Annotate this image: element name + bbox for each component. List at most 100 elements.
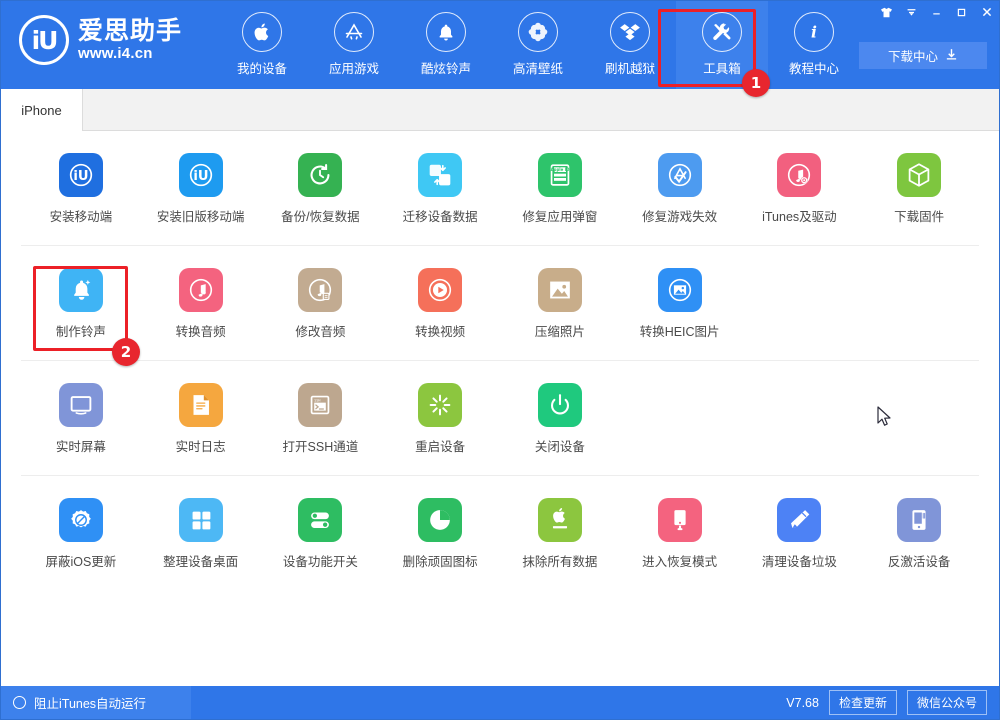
tool-install-mobile[interactable]: iU 安装移动端 [21, 131, 141, 246]
i4-app-old-icon: iU [178, 153, 223, 197]
tool-label: 删除顽固图标 [402, 555, 478, 569]
tool-block-ios-update[interactable]: 屏蔽iOS更新 [21, 476, 141, 591]
nav-label: 教程中心 [788, 62, 839, 76]
fix-game-icon [657, 153, 702, 197]
tool-label: 重启设备 [415, 440, 466, 454]
block-update-icon [58, 498, 103, 542]
tool-compress-photo[interactable]: 压缩照片 [500, 246, 620, 361]
nav-item-tutorials[interactable]: i 教程中心 [768, 1, 860, 89]
tool-label: 抹除所有数据 [522, 555, 598, 569]
tool-label: 修复应用弹窗 [522, 210, 598, 224]
nav-item-apps-games[interactable]: 应用游戏 [308, 1, 400, 89]
tool-live-screen[interactable]: 实时屏幕 [21, 361, 141, 476]
tools-icon [702, 12, 742, 52]
tab-label: iPhone [21, 102, 62, 118]
tool-label: 转换视频 [415, 325, 466, 339]
tab-iphone[interactable]: iPhone [1, 89, 83, 131]
check-update-button[interactable]: 检查更新 [828, 690, 897, 715]
logo-mark-icon: iU [19, 15, 69, 65]
tool-feature-toggle[interactable]: 设备功能开关 [261, 476, 381, 591]
svg-text:iU: iU [193, 169, 208, 184]
svg-text:Apple ID: Apple ID [551, 167, 570, 172]
tool-power-off-device[interactable]: 关闭设备 [500, 361, 620, 476]
flower-icon [518, 12, 558, 52]
svg-text:i: i [811, 23, 817, 42]
menu-dropdown-icon[interactable] [899, 1, 924, 23]
tool-convert-audio[interactable]: 转换音频 [141, 246, 261, 361]
status-bar-right: V7.68 检查更新 微信公众号 [786, 686, 987, 719]
brand-name: 爱思助手 [78, 17, 183, 45]
tool-backup-restore[interactable]: 备份/恢复数据 [261, 131, 381, 246]
tool-fix-game[interactable]: 修复游戏失效 [620, 131, 740, 246]
tool-label: 下载固件 [894, 210, 945, 224]
nav-item-my-device[interactable]: 我的设备 [216, 1, 308, 89]
tool-edit-audio[interactable]: 修改音频 [261, 246, 381, 361]
bell-icon [426, 12, 466, 52]
tool-label: 迁移设备数据 [402, 210, 478, 224]
tool-migrate-data[interactable]: 迁移设备数据 [380, 131, 500, 246]
make-ringtone-icon [58, 268, 103, 312]
convert-heic-icon [657, 268, 702, 312]
annotation-badge-2: 2 [112, 338, 140, 366]
tool-label: 实时日志 [175, 440, 226, 454]
nav-label: 高清壁纸 [512, 62, 563, 76]
tool-label: 转换HEIC图片 [639, 325, 720, 339]
tool-clean-junk[interactable]: 清理设备垃圾 [740, 476, 860, 591]
nav-item-ringtones[interactable]: 酷炫铃声 [400, 1, 492, 89]
maximize-icon[interactable] [949, 1, 974, 23]
tool-label: 转换音频 [175, 325, 226, 339]
tool-label: 安装旧版移动端 [156, 210, 245, 224]
tool-deactivate-device[interactable]: 反激活设备 [859, 476, 979, 591]
app-window: iU 爱思助手 www.i4.cn 我的设备 应用游戏 酷炫铃声 高清壁纸 刷机… [0, 0, 1000, 720]
nav-label: 应用游戏 [328, 62, 379, 76]
convert-audio-icon [178, 268, 223, 312]
tool-label: 安装移动端 [49, 210, 113, 224]
close-icon[interactable] [974, 1, 999, 23]
status-bar: 阻止iTunes自动运行 V7.68 检查更新 微信公众号 [1, 686, 999, 719]
tool-delete-stubborn-icons[interactable]: 删除顽固图标 [380, 476, 500, 591]
tool-organize-desktop[interactable]: 整理设备桌面 [141, 476, 261, 591]
block-itunes-checkbox[interactable]: 阻止iTunes自动运行 [1, 686, 191, 719]
tool-label: 修复游戏失效 [642, 210, 718, 224]
erase-data-icon [537, 498, 582, 542]
tool-row-1: iU 安装移动端 iU 安装旧版移动端 备份/恢复数据 迁移设备数据 Apple… [1, 131, 999, 246]
tool-label: 实时屏幕 [55, 440, 106, 454]
tool-row-2: 制作铃声 转换音频 修改音频 转换视频 压缩照片 转换HEIC图片 [1, 246, 999, 361]
window-controls [874, 1, 999, 23]
checkbox-circle-icon [13, 696, 26, 709]
tool-row-4: 屏蔽iOS更新 整理设备桌面 设备功能开关 删除顽固图标 抹除所有数据 进入恢复… [1, 476, 999, 591]
tool-label: 整理设备桌面 [163, 555, 239, 569]
wechat-official-button[interactable]: 微信公众号 [906, 690, 987, 715]
nav-label: 我的设备 [236, 62, 287, 76]
tool-convert-heic[interactable]: 转换HEIC图片 [620, 246, 740, 361]
tool-label: iTunes及驱动 [762, 210, 837, 224]
tool-convert-video[interactable]: 转换视频 [380, 246, 500, 361]
info-icon: i [794, 12, 834, 52]
organize-desktop-icon [178, 498, 223, 542]
live-log-icon [178, 383, 223, 427]
tool-live-log[interactable]: 实时日志 [141, 361, 261, 476]
svg-text:iU: iU [73, 169, 88, 184]
tool-itunes-driver[interactable]: iTunes及驱动 [740, 131, 860, 246]
device-tabstrip: iPhone [1, 89, 999, 131]
tool-open-ssh[interactable]: SSH 打开SSH通道 [261, 361, 381, 476]
download-center-label: 下载中心 [887, 50, 938, 64]
nav-item-flash-jailbreak[interactable]: 刷机越狱 [584, 1, 676, 89]
live-screen-icon [58, 383, 103, 427]
nav-label: 刷机越狱 [604, 62, 655, 76]
minimize-icon[interactable] [924, 1, 949, 23]
svg-text:SSH: SSH [315, 398, 321, 402]
nav-item-wallpapers[interactable]: 高清壁纸 [492, 1, 584, 89]
skin-icon[interactable] [874, 1, 899, 23]
download-center-button[interactable]: 下载中心 [859, 42, 987, 69]
tool-fix-app-popup[interactable]: Apple ID 修复应用弹窗 [500, 131, 620, 246]
brand-logo: iU 爱思助手 www.i4.cn [19, 15, 182, 65]
tool-download-firmware[interactable]: 下载固件 [859, 131, 979, 246]
feature-toggle-icon [298, 498, 343, 542]
tool-enter-recovery-mode[interactable]: 进入恢复模式 [620, 476, 740, 591]
tool-restart-device[interactable]: 重启设备 [380, 361, 500, 476]
tool-erase-all-data[interactable]: 抹除所有数据 [500, 476, 620, 591]
itunes-driver-icon [777, 153, 822, 197]
compress-photo-icon [537, 268, 582, 312]
tool-install-legacy-mobile[interactable]: iU 安装旧版移动端 [141, 131, 261, 246]
